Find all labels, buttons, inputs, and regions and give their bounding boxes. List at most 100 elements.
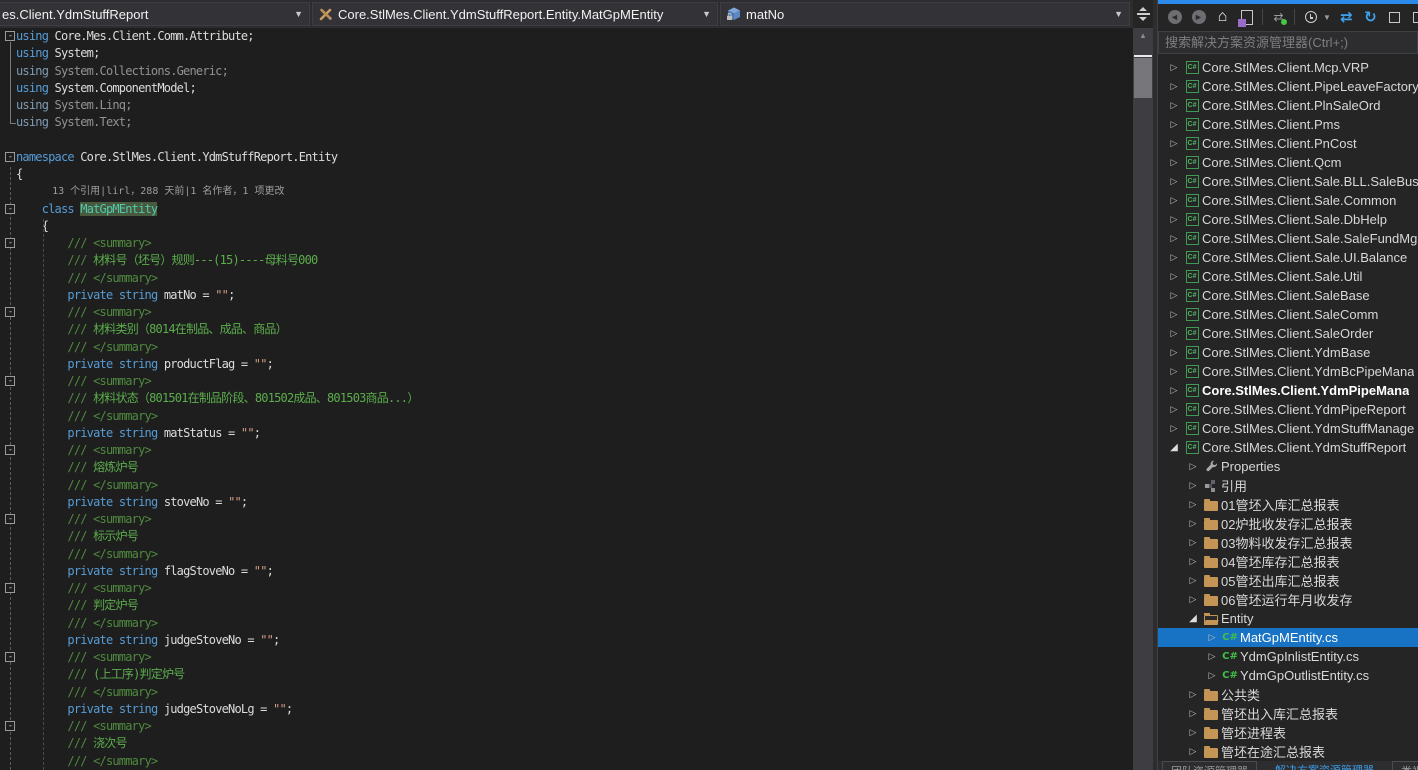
code-line[interactable]: - /// <summary> xyxy=(0,511,1133,528)
expand-arrow-icon[interactable]: ▷ xyxy=(1185,556,1201,567)
tree-item[interactable]: ▷01管坯入库汇总报表 xyxy=(1158,495,1418,514)
tree-item[interactable]: ▷C#Core.StlMes.Client.Sale.UI.Balance xyxy=(1158,248,1418,267)
code-line[interactable]: /// 判定炉号 xyxy=(0,597,1133,614)
code-line[interactable]: - /// <summary> xyxy=(0,718,1133,735)
fold-collapse-icon[interactable]: - xyxy=(5,31,15,41)
code-line[interactable]: /// </summary> xyxy=(0,684,1133,701)
expand-arrow-icon[interactable]: ▷ xyxy=(1166,176,1182,187)
expand-arrow-icon[interactable]: ▷ xyxy=(1185,594,1201,605)
expand-arrow-icon[interactable]: ▷ xyxy=(1166,404,1182,415)
expand-arrow-icon[interactable]: ▷ xyxy=(1204,632,1220,643)
code-line[interactable]: - /// <summary> xyxy=(0,235,1133,252)
tree-item[interactable]: ▷C#Core.StlMes.Client.PlnSaleOrd xyxy=(1158,96,1418,115)
scrollbar-up-arrow-icon[interactable]: ▲ xyxy=(1133,31,1153,40)
code-line[interactable]: /// 浇次号 xyxy=(0,735,1133,752)
tree-item[interactable]: ▷引用 xyxy=(1158,476,1418,495)
fold-collapse-icon[interactable]: - xyxy=(5,514,15,524)
expand-arrow-icon[interactable]: ▷ xyxy=(1185,575,1201,586)
code-line[interactable]: - /// <summary> xyxy=(0,580,1133,597)
tree-item[interactable]: ▷C#Core.StlMes.Client.Sale.SaleFundMg xyxy=(1158,229,1418,248)
tree-item[interactable]: ▷C#Core.StlMes.Client.YdmBase xyxy=(1158,343,1418,362)
code-line[interactable]: using System.Linq; xyxy=(0,97,1133,114)
tree-item[interactable]: ▷C#Core.StlMes.Client.Qcm xyxy=(1158,153,1418,172)
tab-solution-explorer[interactable]: 解决方案资源管理器 xyxy=(1267,761,1382,770)
expand-arrow-icon[interactable]: ▷ xyxy=(1166,423,1182,434)
code-line[interactable]: using System.Collections.Generic; xyxy=(0,63,1133,80)
expand-arrow-icon[interactable]: ▷ xyxy=(1185,708,1201,719)
tree-item[interactable]: ▷C#Core.StlMes.Client.Sale.Util xyxy=(1158,267,1418,286)
expand-arrow-icon[interactable]: ▷ xyxy=(1166,214,1182,225)
code-line[interactable]: private string flagStoveNo = ""; xyxy=(0,563,1133,580)
tree-item[interactable]: ▷C#MatGpMEntity.cs xyxy=(1158,628,1418,647)
switch-views-button[interactable] xyxy=(1238,9,1255,26)
tree-item[interactable]: ▷C#Core.StlMes.Client.SaleOrder xyxy=(1158,324,1418,343)
expand-arrow-icon[interactable]: ▷ xyxy=(1166,271,1182,282)
code-line[interactable]: { xyxy=(0,218,1133,235)
code-line[interactable]: private string judgeStoveNo = ""; xyxy=(0,632,1133,649)
tree-item[interactable]: ▷C#Core.StlMes.Client.SaleBase xyxy=(1158,286,1418,305)
editor-split-handle[interactable] xyxy=(1133,0,1153,28)
show-all-files-button[interactable] xyxy=(1410,9,1418,26)
code-line[interactable]: /// </summary> xyxy=(0,477,1133,494)
tree-item[interactable]: ▷C#YdmGpInlistEntity.cs xyxy=(1158,647,1418,666)
editor-vertical-scrollbar[interactable]: ▲ xyxy=(1133,28,1153,770)
expand-arrow-icon[interactable]: ▷ xyxy=(1166,233,1182,244)
tree-item[interactable]: ▷03物料收发存汇总报表 xyxy=(1158,533,1418,552)
code-line[interactable]: { xyxy=(0,166,1133,183)
code-line[interactable]: private string stoveNo = ""; xyxy=(0,494,1133,511)
expand-arrow-icon[interactable]: ▷ xyxy=(1166,347,1182,358)
fold-collapse-icon[interactable]: - xyxy=(5,445,15,455)
tree-item[interactable]: ▷C#Core.StlMes.Client.YdmPipeMana xyxy=(1158,381,1418,400)
tree-item[interactable]: ▷管坯在途汇总报表 xyxy=(1158,742,1418,761)
code-line[interactable]: - class MatGpMEntity xyxy=(0,201,1133,218)
code-line[interactable]: private string matStatus = ""; xyxy=(0,425,1133,442)
code-line[interactable]: -using Core.Mes.Client.Comm.Attribute; xyxy=(0,28,1133,45)
tree-item[interactable]: ▷C#Core.StlMes.Client.YdmStuffManage xyxy=(1158,419,1418,438)
code-line[interactable]: /// (上工序)判定炉号 xyxy=(0,666,1133,683)
code-line[interactable]: /// </summary> xyxy=(0,408,1133,425)
tree-item[interactable]: ▷C#Core.StlMes.Client.YdmBcPipeMana xyxy=(1158,362,1418,381)
tree-item[interactable]: ▷C#Core.StlMes.Client.Sale.BLL.SaleBus xyxy=(1158,172,1418,191)
collapse-arrow-icon[interactable]: ◢ xyxy=(1185,613,1201,624)
tree-item[interactable]: ▷C#YdmGpOutlistEntity.cs xyxy=(1158,666,1418,685)
tree-item[interactable]: ◢C#Core.StlMes.Client.YdmStuffReport xyxy=(1158,438,1418,457)
code-line[interactable]: /// 熔炼炉号 xyxy=(0,459,1133,476)
tree-item[interactable]: ▷C#Core.StlMes.Client.YdmPipeReport xyxy=(1158,400,1418,419)
tree-item[interactable]: ▷04管坯库存汇总报表 xyxy=(1158,552,1418,571)
code-line[interactable]: using System.Text; xyxy=(0,114,1133,131)
fold-collapse-icon[interactable]: - xyxy=(5,583,15,593)
code-line[interactable]: /// </summary> xyxy=(0,339,1133,356)
tree-item[interactable]: ▷公共类 xyxy=(1158,685,1418,704)
expand-arrow-icon[interactable]: ▷ xyxy=(1185,461,1201,472)
member-dropdown[interactable]: matNo ▼ xyxy=(720,2,1130,26)
tree-item[interactable]: ▷C#Core.StlMes.Client.SaleComm xyxy=(1158,305,1418,324)
collapse-all-button[interactable] xyxy=(1386,9,1403,26)
code-line[interactable]: -namespace Core.StlMes.Client.YdmStuffRe… xyxy=(0,149,1133,166)
expand-arrow-icon[interactable]: ▷ xyxy=(1166,290,1182,301)
code-line[interactable]: - /// <summary> xyxy=(0,649,1133,666)
tree-item[interactable]: ▷02炉批收发存汇总报表 xyxy=(1158,514,1418,533)
expand-arrow-icon[interactable]: ▷ xyxy=(1166,309,1182,320)
code-line[interactable]: - /// <summary> xyxy=(0,442,1133,459)
tree-item[interactable]: ▷05管坯出库汇总报表 xyxy=(1158,571,1418,590)
expand-arrow-icon[interactable]: ▷ xyxy=(1166,100,1182,111)
code-editor[interactable]: -using Core.Mes.Client.Comm.Attribute;us… xyxy=(0,28,1133,770)
tree-item[interactable]: ▷管坯出入库汇总报表 xyxy=(1158,704,1418,723)
tree-item[interactable]: ▷C#Core.StlMes.Client.PipeLeaveFactory xyxy=(1158,77,1418,96)
expand-arrow-icon[interactable]: ▷ xyxy=(1166,328,1182,339)
code-line[interactable]: 13 个引用|lirl，288 天前|1 名作者，1 项更改 xyxy=(0,183,1133,200)
code-line[interactable]: /// 材料状态（801501在制品阶段、801502成品、801503商品..… xyxy=(0,390,1133,407)
code-line[interactable]: /// </summary> xyxy=(0,546,1133,563)
code-line[interactable]: /// </summary> xyxy=(0,753,1133,770)
back-button[interactable]: ◄ xyxy=(1166,9,1183,26)
fold-collapse-icon[interactable]: - xyxy=(5,204,15,214)
tab-team-explorer[interactable]: 团队资源管理器 xyxy=(1162,761,1257,770)
expand-arrow-icon[interactable]: ▷ xyxy=(1166,138,1182,149)
expand-arrow-icon[interactable]: ▷ xyxy=(1166,119,1182,130)
code-line[interactable]: using System; xyxy=(0,45,1133,62)
code-line[interactable]: private string matNo = ""; xyxy=(0,287,1133,304)
collapse-arrow-icon[interactable]: ◢ xyxy=(1166,442,1182,453)
fold-collapse-icon[interactable]: - xyxy=(5,652,15,662)
tree-item[interactable]: ▷Properties xyxy=(1158,457,1418,476)
tree-item[interactable]: ▷06管坯运行年月收发存 xyxy=(1158,590,1418,609)
